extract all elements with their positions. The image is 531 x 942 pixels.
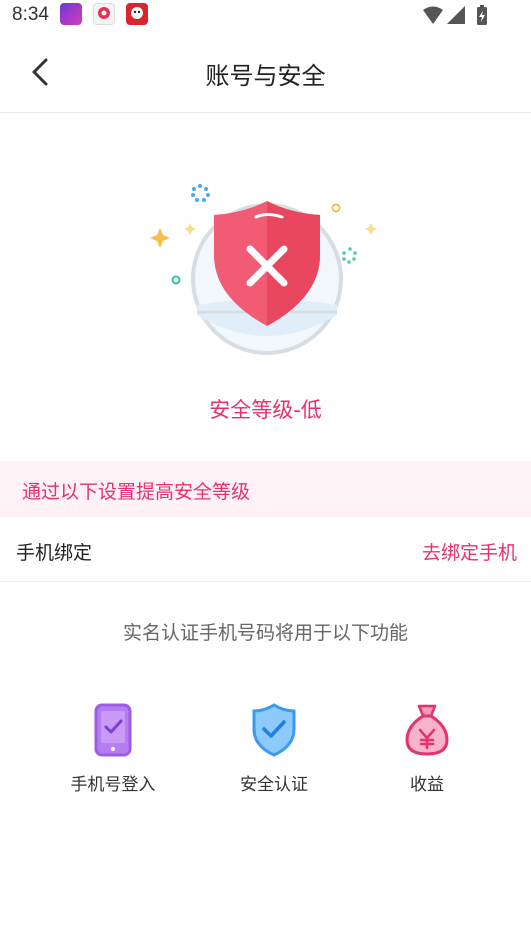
- shield-check-icon: [252, 703, 296, 757]
- security-illustration: [140, 175, 390, 365]
- wifi-icon: [423, 6, 443, 24]
- tip-banner: 通过以下设置提高安全等级: [0, 461, 531, 517]
- feature-label: 安全认证: [240, 775, 308, 795]
- sparkle-icon: [342, 247, 357, 264]
- shield-x-icon: [150, 184, 377, 355]
- feature-label: 手机号登入: [70, 775, 156, 795]
- status-time: 8:34: [12, 4, 49, 25]
- notification-app-icon: [60, 3, 82, 25]
- feature-security-verify: 安全认证: [204, 702, 344, 795]
- signal-icon: [447, 6, 465, 24]
- feature-description: 实名认证手机号码将用于以下功能: [122, 622, 408, 644]
- security-level-text: 安全等级-低: [209, 398, 322, 422]
- status-icons: [421, 5, 493, 31]
- phone-check-icon: [94, 703, 132, 757]
- app-header: 账号与安全: [0, 30, 531, 113]
- sparkle-icon: [191, 184, 210, 202]
- feature-phone-login: 手机号登入: [43, 702, 183, 795]
- phone-binding-row[interactable]: 手机绑定 去绑定手机: [0, 517, 531, 582]
- bind-phone-link[interactable]: 去绑定手机: [422, 538, 517, 565]
- phone-binding-label: 手机绑定: [16, 542, 93, 564]
- page-title: 账号与安全: [205, 62, 326, 90]
- tip-text: 通过以下设置提高安全等级: [22, 481, 251, 503]
- money-bag-icon: [405, 704, 449, 756]
- notification-app-icon: [93, 3, 115, 25]
- status-bar: 8:34: [0, 0, 531, 30]
- feature-label: 收益: [410, 775, 444, 795]
- feature-earnings: 收益: [357, 702, 497, 795]
- notification-app-icon: [126, 3, 148, 25]
